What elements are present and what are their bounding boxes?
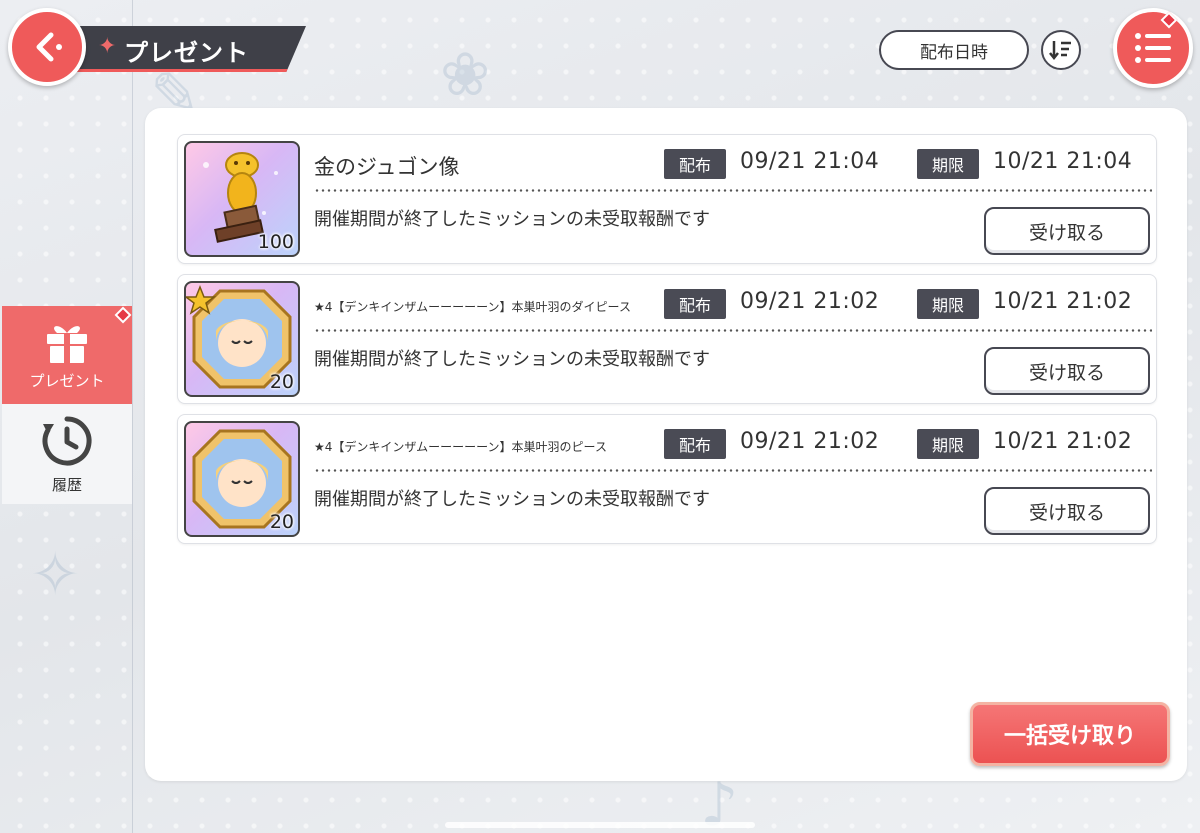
present-list-panel: 100 金のジュゴン像 配布 09/21 21:04 期限 10/21 21:0…: [145, 108, 1187, 781]
sort-by-button[interactable]: 配布日時: [879, 30, 1029, 70]
present-row: 100 金のジュゴン像 配布 09/21 21:04 期限 10/21 21:0…: [177, 134, 1157, 264]
present-row: 20 ★4【デンキインザムーーーーーン】本巣叶羽のピース 配布 09/21 21…: [177, 414, 1157, 544]
dotted-divider: [314, 469, 1152, 472]
page-title: プレゼント: [124, 39, 249, 67]
sort-order-icon: [1049, 41, 1071, 61]
background-doodle: ❀: [440, 40, 491, 110]
sidebar-item-present[interactable]: プレゼント: [2, 306, 132, 404]
item-name: ★4【デンキインザムーーーーーン】本巣叶羽のピース: [314, 440, 607, 454]
sparkle-icon: ✦: [98, 34, 117, 59]
limit-date: 10/21 21:02: [993, 289, 1133, 314]
distribution-tag: 配布: [664, 289, 726, 319]
item-description: 開催期間が終了したミッションの未受取報酬です: [314, 489, 710, 510]
menu-list-icon: [1135, 33, 1171, 63]
receive-button[interactable]: 受け取る: [984, 207, 1150, 255]
receive-button[interactable]: 受け取る: [984, 487, 1150, 535]
item-thumbnail: 100: [184, 141, 300, 257]
limit-tag: 期限: [917, 149, 979, 179]
receive-all-button[interactable]: 一括受け取り: [970, 702, 1170, 766]
item-name: ★4【デンキインザムーーーーーン】本巣叶羽のダイピース: [314, 300, 631, 314]
home-indicator[interactable]: [445, 822, 755, 828]
back-arrow-icon: [36, 32, 62, 62]
item-description: 開催期間が終了したミッションの未受取報酬です: [314, 209, 710, 230]
back-button[interactable]: [8, 8, 86, 86]
item-thumbnail: 20: [184, 421, 300, 537]
item-quantity: 20: [269, 511, 294, 533]
limit-date: 10/21 21:04: [993, 149, 1133, 174]
gift-icon: [47, 325, 87, 363]
dotted-divider: [314, 329, 1152, 332]
limit-tag: 期限: [917, 289, 979, 319]
distribution-tag: 配布: [664, 429, 726, 459]
distribution-date: 09/21 21:04: [740, 149, 880, 174]
sidebar-item-history[interactable]: 履歴: [2, 404, 132, 504]
receive-button[interactable]: 受け取る: [984, 347, 1150, 395]
item-quantity: 20: [269, 371, 294, 393]
item-name: 金のジュゴン像: [314, 155, 460, 179]
sort-order-button[interactable]: [1041, 30, 1081, 70]
history-icon: [42, 416, 92, 465]
sidebar-item-label: 履歴: [51, 475, 82, 494]
sidebar-item-label: プレゼント: [29, 371, 105, 390]
present-row: 20 ★4【デンキインザムーーーーーン】本巣叶羽のダイピース 配布 09/21 …: [177, 274, 1157, 404]
title-bar: ✦ プレゼント: [60, 26, 306, 72]
menu-button[interactable]: [1113, 8, 1193, 88]
distribution-date: 09/21 21:02: [740, 289, 880, 314]
limit-tag: 期限: [917, 429, 979, 459]
sidebar-divider: [132, 0, 133, 833]
item-description: 開催期間が終了したミッションの未受取報酬です: [314, 349, 710, 370]
item-thumbnail: 20: [184, 281, 300, 397]
limit-date: 10/21 21:02: [993, 429, 1133, 454]
dotted-divider: [314, 189, 1152, 192]
item-quantity: 100: [257, 231, 294, 253]
background-doodle: ✧: [30, 540, 81, 610]
distribution-tag: 配布: [664, 149, 726, 179]
distribution-date: 09/21 21:02: [740, 429, 880, 454]
